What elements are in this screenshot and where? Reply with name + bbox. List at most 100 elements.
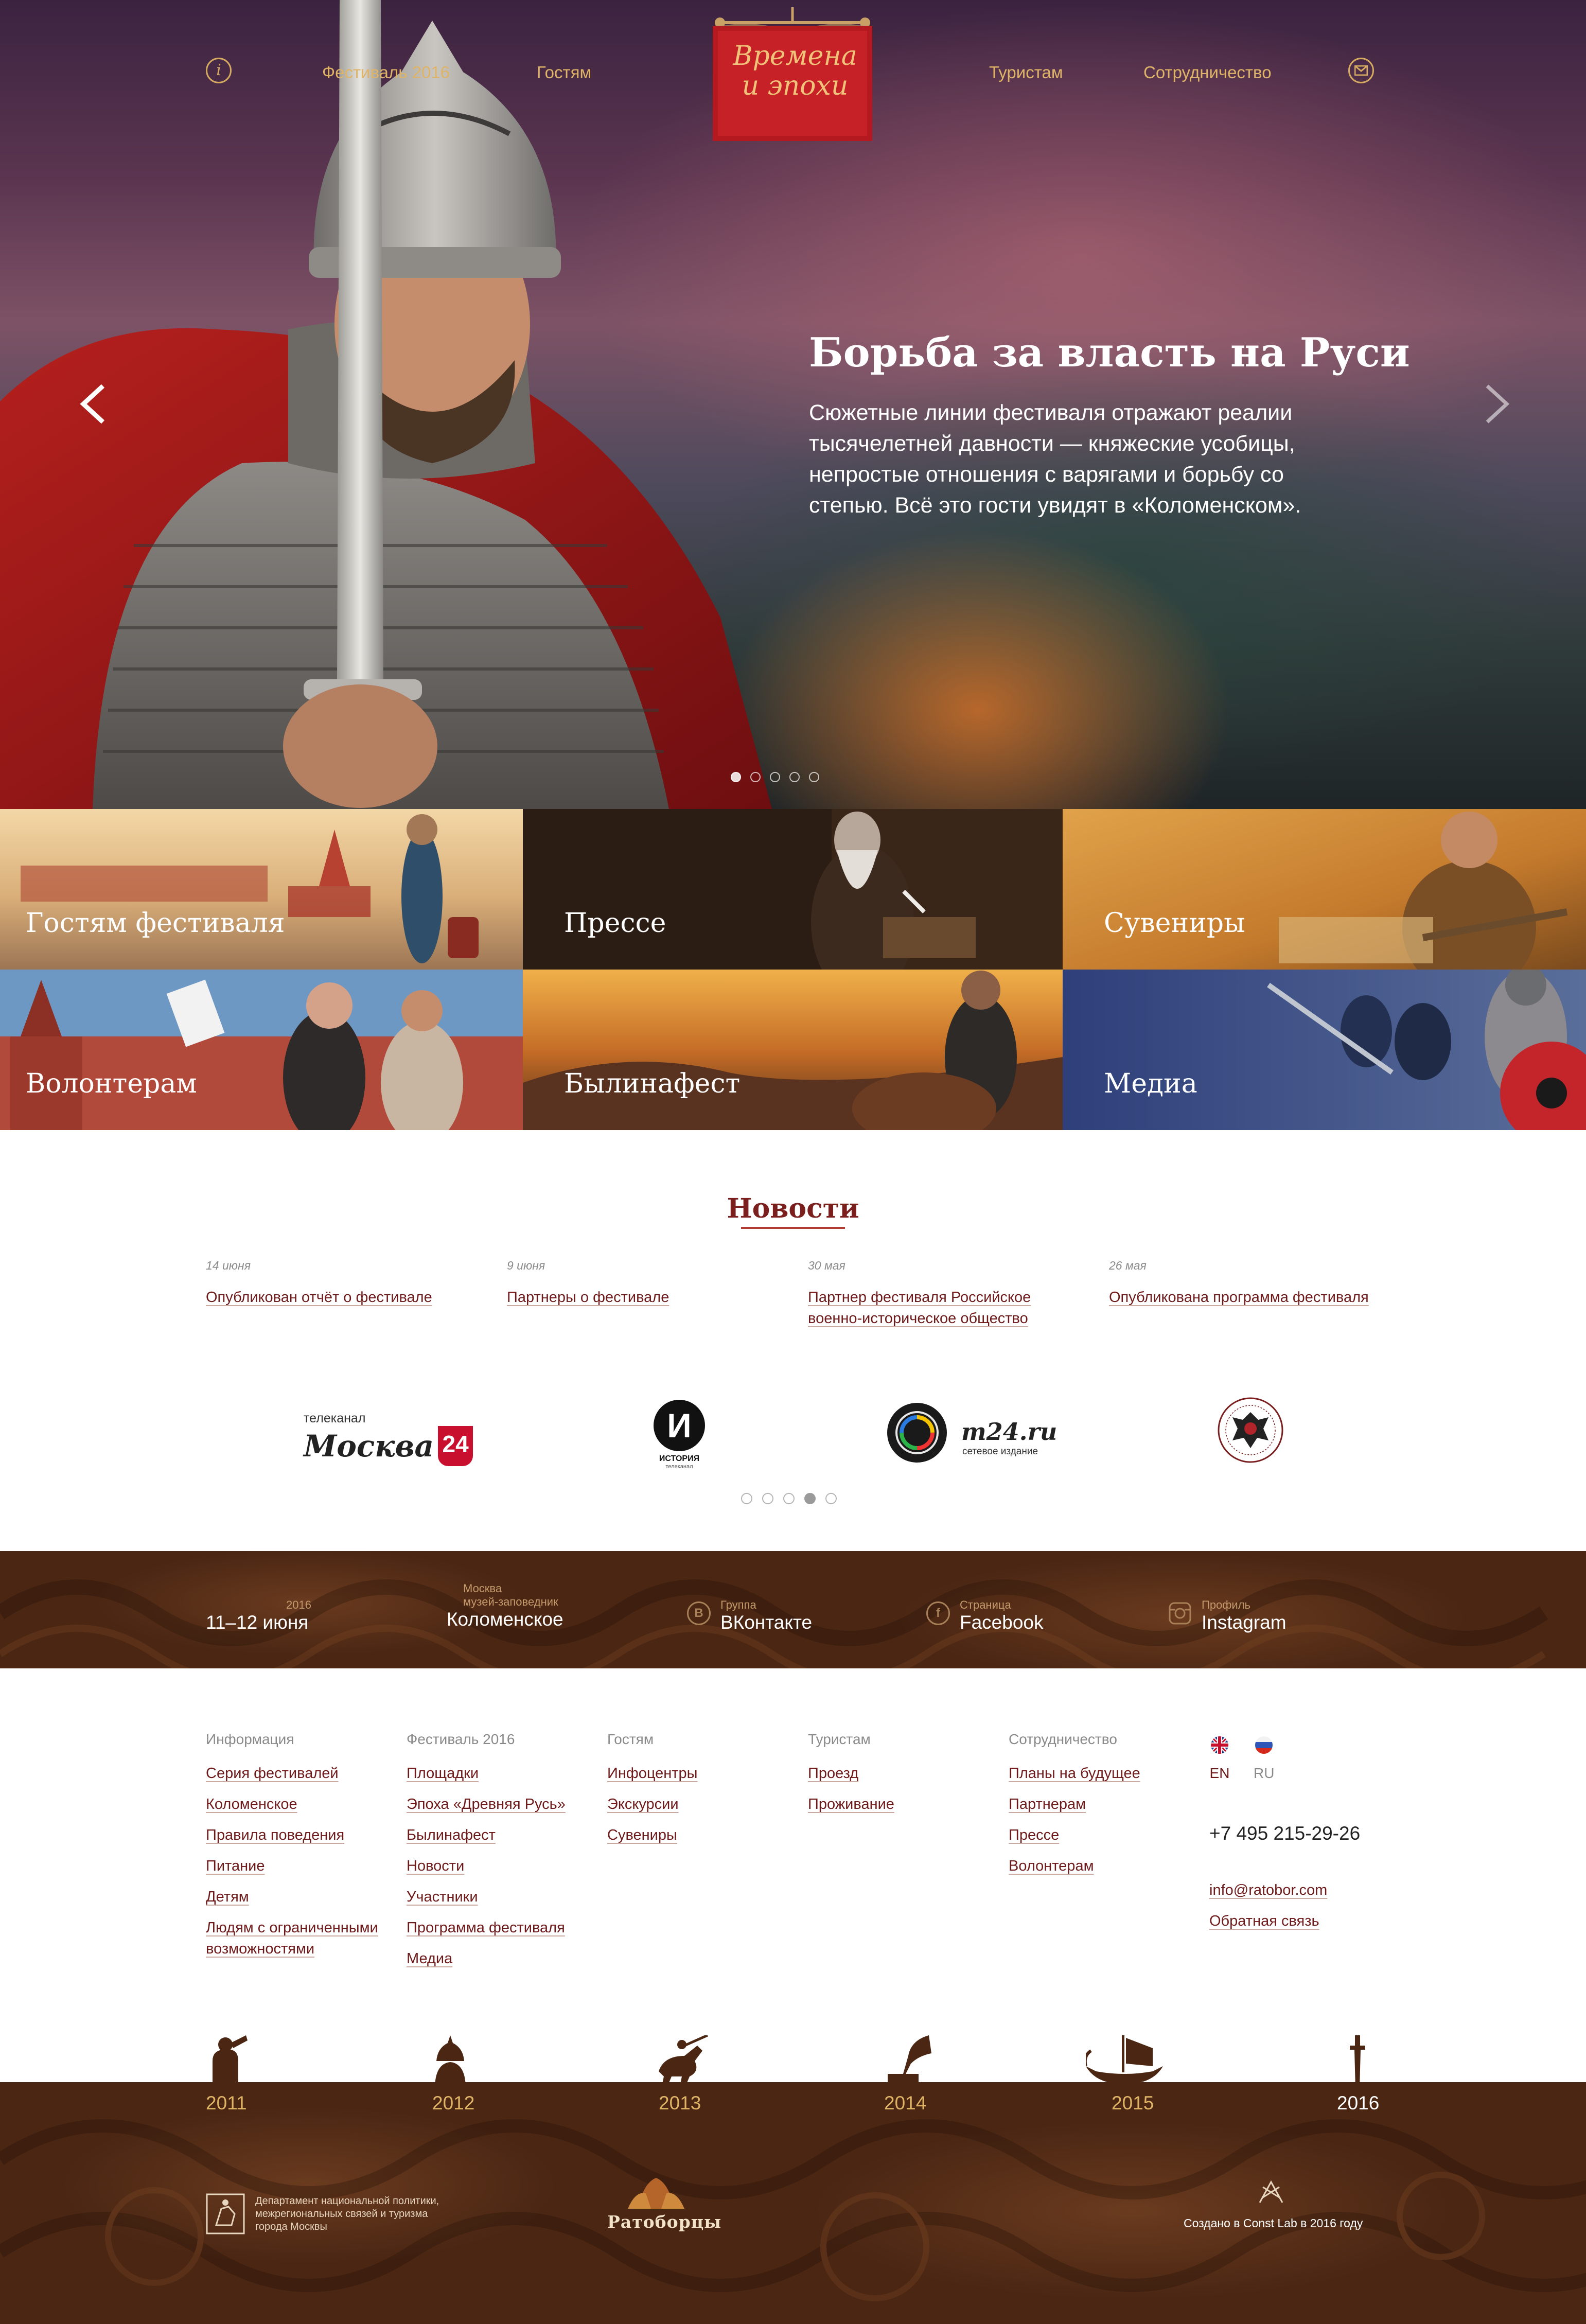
gramophone-icon[interactable]: [883, 2035, 931, 2089]
footer-link[interactable]: Правила поведения: [206, 1825, 391, 1846]
festival-place: Москва музей-заповедник Коломенское: [447, 1582, 563, 1630]
footer-link[interactable]: Инфоцентры: [607, 1763, 792, 1784]
footer-link[interactable]: Детям: [206, 1887, 391, 1908]
footer-link[interactable]: Сувениры: [607, 1825, 792, 1846]
hero-pagination-dot[interactable]: [789, 772, 800, 782]
year-link[interactable]: 2016: [1337, 2092, 1379, 2114]
tile-label: Волонтерам: [26, 1068, 197, 1099]
uk-flag-icon: [1211, 1736, 1228, 1754]
footer-link[interactable]: Проезд: [808, 1763, 993, 1784]
facebook-icon: f: [926, 1601, 950, 1625]
lang-code: EN: [1209, 1765, 1230, 1781]
footer-link[interactable]: Программа фестиваля: [407, 1917, 592, 1939]
instagram-link[interactable]: Профиль Instagram: [1168, 1598, 1287, 1633]
partner-m24-logo[interactable]: m24.ru сетевое издание: [885, 1389, 1057, 1467]
footer-link[interactable]: Серия фестивалей: [206, 1763, 391, 1784]
instagram-caption: Профиль: [1202, 1598, 1250, 1611]
place-city: Москва: [463, 1582, 502, 1595]
footer-link[interactable]: Планы на будущее: [1009, 1763, 1194, 1784]
tile-volunteers[interactable]: Волонтерам: [0, 970, 523, 1130]
year-link[interactable]: 2013: [659, 2092, 701, 2114]
nav-cooperation[interactable]: Сотрудничество: [1143, 63, 1272, 82]
partner-rvio-logo[interactable]: [1217, 1389, 1289, 1467]
footer-link[interactable]: Прессе: [1009, 1825, 1194, 1846]
footer-link[interactable]: Эпоха «Древняя Русь»: [407, 1794, 592, 1815]
place-name: Коломенское: [447, 1609, 563, 1630]
footer-link[interactable]: Проживание: [808, 1794, 993, 1815]
mail-icon[interactable]: [1348, 58, 1374, 83]
const-lab-logo-icon[interactable]: [1256, 2177, 1287, 2208]
footer-link[interactable]: Былинафест: [407, 1825, 592, 1846]
footer-link[interactable]: Новости: [407, 1856, 592, 1877]
footer-link[interactable]: Питание: [206, 1856, 391, 1877]
news-link[interactable]: Партнер фестиваля Российское военно-исто…: [808, 1287, 1055, 1329]
viking-ship-icon[interactable]: [1086, 2035, 1163, 2089]
sword-icon[interactable]: [1347, 2035, 1368, 2089]
news-link[interactable]: Опубликована программа фестиваля: [1109, 1287, 1377, 1308]
lang-en[interactable]: EN: [1209, 1736, 1230, 1782]
news-link[interactable]: Партнеры о фестивале: [507, 1287, 774, 1308]
footer-link[interactable]: Волонтерам: [1009, 1856, 1194, 1877]
info-bar: 2016 11–12 июня Москва музей-заповедник …: [0, 1551, 1586, 1668]
info-icon[interactable]: i: [206, 58, 232, 83]
footer-link[interactable]: Участники: [407, 1887, 592, 1908]
tile-label: Гостям фестиваля: [26, 908, 285, 939]
year-link[interactable]: 2014: [884, 2092, 926, 2114]
next-slide-arrow-icon[interactable]: [1482, 381, 1513, 427]
news-link[interactable]: Опубликован отчёт о фестивале: [206, 1287, 473, 1308]
footer-link[interactable]: Коломенское: [206, 1794, 391, 1815]
prev-slide-arrow-icon[interactable]: [77, 381, 108, 427]
horn-player-icon[interactable]: [202, 2035, 249, 2089]
tile-souvenirs-image: [1063, 809, 1586, 970]
nav-guests[interactable]: Гостям: [537, 63, 591, 82]
partner-moskva24-logo[interactable]: телеканал Москва 24: [304, 1389, 473, 1467]
footer-column-heading: Сотрудничество: [1009, 1731, 1117, 1747]
tile-souvenirs[interactable]: Сувениры: [1063, 809, 1586, 970]
festival-dates-text: 11–12 июня: [206, 1612, 309, 1633]
hero-pagination-dot[interactable]: [750, 772, 761, 782]
russia-flag-icon: [1255, 1736, 1273, 1754]
feedback-link[interactable]: Обратная связь: [1209, 1913, 1319, 1930]
hero-pagination-dot[interactable]: [731, 772, 741, 782]
partner-istoriya-logo[interactable]: И ИСТОРИЯ телеканал: [648, 1389, 710, 1470]
department-logo[interactable]: Департамент национальной политики, межре…: [206, 2193, 456, 2234]
facebook-link[interactable]: f Страница Facebook: [926, 1598, 1044, 1633]
warrior-helmet-icon[interactable]: [432, 2035, 468, 2089]
partners-pagination-dot[interactable]: [762, 1493, 773, 1504]
tile-label: Прессе: [564, 908, 666, 939]
footer-link[interactable]: Медиа: [407, 1948, 592, 1969]
footer-link[interactable]: Площадки: [407, 1763, 592, 1784]
email-link[interactable]: info@ratobor.com: [1209, 1882, 1327, 1899]
footer-link[interactable]: Людям с ограниченными возможностями: [206, 1917, 391, 1960]
lang-ru[interactable]: RU: [1254, 1736, 1274, 1782]
partners-pagination-dot[interactable]: [825, 1493, 837, 1504]
hero-pagination-dot[interactable]: [770, 772, 780, 782]
horse-rider-icon[interactable]: [654, 2035, 710, 2089]
partners-pagination-dot[interactable]: [741, 1493, 752, 1504]
vk-link[interactable]: B Группа ВКонтакте: [687, 1598, 812, 1633]
footer-link[interactable]: Партнерам: [1009, 1794, 1194, 1815]
partners-pagination: [741, 1493, 837, 1504]
tile-guests[interactable]: Гостям фестиваля: [0, 809, 523, 970]
tile-guests-image: [0, 809, 523, 970]
footer-link[interactable]: Экскурсии: [607, 1794, 792, 1815]
partners-pagination-dot[interactable]: [783, 1493, 795, 1504]
year-link[interactable]: 2011: [206, 2092, 247, 2114]
department-text: Департамент национальной политики, межре…: [255, 2195, 439, 2232]
year-link[interactable]: 2015: [1112, 2092, 1154, 2114]
place-museum: музей-заповедник: [463, 1595, 558, 1608]
news-item: 30 мая Партнер фестиваля Российское воен…: [808, 1259, 1055, 1329]
partner-istoriya-letter: И: [654, 1400, 705, 1451]
tile-media-image: [1063, 970, 1586, 1130]
tile-press[interactable]: Прессе: [523, 809, 1063, 970]
m24-ring-icon: [887, 1403, 947, 1463]
hero-pagination-dot[interactable]: [809, 772, 819, 782]
tile-bylinafest[interactable]: Былинафест: [523, 970, 1063, 1130]
credits-text: Создано в Const Lab в 2016 году: [1184, 2216, 1363, 2230]
partners-pagination-dot[interactable]: [804, 1493, 816, 1504]
tile-media[interactable]: Медиа: [1063, 970, 1586, 1130]
year-link[interactable]: 2012: [432, 2092, 474, 2114]
news-date: 26 мая: [1109, 1259, 1147, 1272]
nav-tourists[interactable]: Туристам: [989, 63, 1063, 82]
nav-festival-2016[interactable]: Фестиваль 2016: [322, 63, 450, 82]
